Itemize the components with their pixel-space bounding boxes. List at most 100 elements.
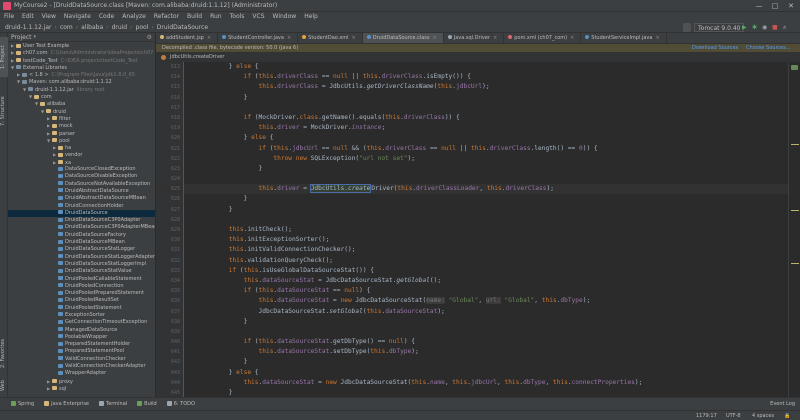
- download-sources-link[interactable]: Download Sources: [692, 45, 738, 52]
- tree-item[interactable]: ▶ sql: [8, 385, 155, 392]
- tree-item[interactable]: DruidPooledStatement: [8, 305, 155, 312]
- line-number[interactable]: 625: [156, 184, 183, 195]
- code-line[interactable]: if (this.isUseGlobalDataSourceStat()) {: [184, 266, 788, 276]
- tree-item[interactable]: DruidDataSourceFactory: [8, 232, 155, 239]
- tree-item[interactable]: DruidPooledConnection: [8, 283, 155, 290]
- code-editor[interactable]: } else { if (this.driverClass == null ||…: [184, 62, 788, 397]
- tree-item[interactable]: ▶ proxy: [8, 378, 155, 385]
- close-tab-icon[interactable]: ×: [655, 35, 659, 41]
- line-number[interactable]: 641: [156, 347, 183, 357]
- editor-tab[interactable]: StudentServiceImpl.java ×: [581, 33, 667, 43]
- tree-item[interactable]: PreparedStatementHolder: [8, 341, 155, 348]
- tree-item[interactable]: PreparedStatementPool: [8, 348, 155, 355]
- tree-item[interactable]: DruidPooledResultSet: [8, 297, 155, 304]
- line-number[interactable]: 620: [156, 133, 183, 143]
- event-log-button[interactable]: Event Log: [765, 398, 800, 411]
- code-line[interactable]: }: [184, 164, 788, 174]
- tree-item[interactable]: DruidPooledCallableStatement: [8, 276, 155, 283]
- tree-item[interactable]: ▼ druid-1.1.12.jar library root: [8, 86, 155, 93]
- line-number[interactable]: 618: [156, 113, 183, 123]
- line-number[interactable]: 619: [156, 123, 183, 133]
- tree-item[interactable]: DruidConnectionHolder: [8, 203, 155, 210]
- line-number[interactable]: 637: [156, 307, 183, 317]
- code-line[interactable]: this.dataSourceStat = JdbcDataSourceStat…: [184, 276, 788, 286]
- project-panel-title[interactable]: Project: [11, 33, 32, 42]
- line-number[interactable]: 621: [156, 144, 183, 154]
- bottom-tool-button[interactable]: Terminal: [94, 398, 132, 411]
- tree-item[interactable]: DruidDataSourceC3P0AdapterMBean: [8, 224, 155, 231]
- nav-crumb-alibaba[interactable]: alibaba: [78, 22, 106, 33]
- tree-item[interactable]: ValidConnectionCheckerAdapter: [8, 363, 155, 370]
- code-line[interactable]: if (this.jdbcUrl == null && (this.driver…: [184, 144, 788, 154]
- tree-item[interactable]: DataSourceNotAvailableException: [8, 181, 155, 188]
- tree-item[interactable]: DruidDataSourceMBean: [8, 239, 155, 246]
- code-line[interactable]: throw new SQLException("url not set");: [184, 154, 788, 164]
- code-line[interactable]: }: [184, 93, 788, 103]
- code-line[interactable]: [184, 215, 788, 225]
- tree-item[interactable]: ▼ Maven: com.alibaba:druid:1.1.12: [8, 78, 155, 85]
- menu-edit[interactable]: Edit: [18, 12, 38, 22]
- structure-tool-tab[interactable]: 7: Structure: [0, 91, 8, 131]
- tree-item[interactable]: PoolableWrapper: [8, 334, 155, 341]
- bottom-tool-button[interactable]: Java Enterprise: [39, 398, 94, 411]
- menu-build[interactable]: Build: [183, 12, 206, 22]
- editor-tab[interactable]: StudentDao.xml ×: [298, 33, 363, 43]
- line-number[interactable]: 644: [156, 378, 183, 388]
- code-line[interactable]: [184, 174, 788, 184]
- tree-item[interactable]: ▶ vendor: [8, 151, 155, 158]
- nav-crumb-druid[interactable]: druid: [109, 22, 131, 33]
- menu-refactor[interactable]: Refactor: [150, 12, 183, 22]
- line-number[interactable]: 629: [156, 225, 183, 235]
- editor-tab[interactable]: addStudent.jsp ×: [156, 33, 219, 43]
- tree-item[interactable]: DruidDataSourceStatLoggerAdapter: [8, 254, 155, 261]
- code-line[interactable]: this.validationQueryCheck();: [184, 256, 788, 266]
- indent-setting[interactable]: 4 spaces: [752, 412, 774, 420]
- code-line[interactable]: [184, 103, 788, 113]
- minimize-button[interactable]: —: [752, 1, 766, 11]
- close-button[interactable]: ✕: [784, 1, 798, 11]
- line-number[interactable]: 639: [156, 327, 183, 337]
- line-number[interactable]: 632: [156, 256, 183, 266]
- tree-item[interactable]: DruidPooledPreparedStatement: [8, 290, 155, 297]
- close-tab-icon[interactable]: ×: [493, 35, 497, 41]
- run-config-selector[interactable]: Tomcat 9.0.40: [694, 23, 745, 32]
- stripe-mark[interactable]: [791, 210, 799, 211]
- menu-navigate[interactable]: Navigate: [60, 12, 95, 22]
- code-line[interactable]: }: [184, 317, 788, 327]
- coverage-icon[interactable]: ◉: [762, 23, 767, 32]
- tree-item[interactable]: ▼ alibaba: [8, 100, 155, 107]
- tree-item[interactable]: ▶ parser: [8, 130, 155, 137]
- nav-crumb-class[interactable]: DruidDataSource: [154, 22, 211, 33]
- tree-item[interactable]: DruidDataSourceStatValue: [8, 268, 155, 275]
- close-tab-icon[interactable]: ×: [352, 35, 356, 41]
- line-number[interactable]: 616: [156, 93, 183, 103]
- nav-crumb-com[interactable]: com: [57, 22, 76, 33]
- web-tool-tab[interactable]: Web: [0, 378, 8, 394]
- code-line[interactable]: this.dataSourceStat = new JdbcDataSource…: [184, 378, 788, 388]
- code-line[interactable]: if (this.dataSourceStat == null) {: [184, 286, 788, 296]
- bottom-tool-button[interactable]: Build: [132, 398, 162, 411]
- caret-position[interactable]: 1179:17: [696, 412, 717, 420]
- bottom-tool-button[interactable]: Spring: [6, 398, 39, 411]
- tree-item[interactable]: DruidAbstractDataSource: [8, 188, 155, 195]
- code-line[interactable]: } else {: [184, 62, 788, 72]
- tree-item[interactable]: ▶ ha: [8, 144, 155, 151]
- code-line[interactable]: }: [184, 205, 788, 215]
- file-encoding[interactable]: UTF-8: [726, 412, 741, 420]
- line-number[interactable]: 628: [156, 215, 183, 225]
- line-number[interactable]: 645: [156, 388, 183, 397]
- code-line[interactable]: }: [184, 357, 788, 367]
- bottom-tool-button[interactable]: 6: TODO: [162, 398, 200, 411]
- tree-item[interactable]: ▼ External Libraries: [8, 64, 155, 71]
- stripe-mark[interactable]: [791, 263, 799, 264]
- back-arrow-icon[interactable]: [683, 23, 691, 32]
- line-number[interactable]: 615: [156, 82, 183, 92]
- tree-item[interactable]: ValidConnectionChecker: [8, 356, 155, 363]
- line-number[interactable]: 630: [156, 235, 183, 245]
- tree-item[interactable]: ▼ druid: [8, 108, 155, 115]
- code-line[interactable]: }: [184, 388, 788, 397]
- tree-item[interactable]: DruidAbstractDataSourceMBean: [8, 195, 155, 202]
- line-number[interactable]: 635: [156, 286, 183, 296]
- code-line[interactable]: this.initValidConnectionChecker();: [184, 245, 788, 255]
- menu-tools[interactable]: Tools: [226, 12, 249, 22]
